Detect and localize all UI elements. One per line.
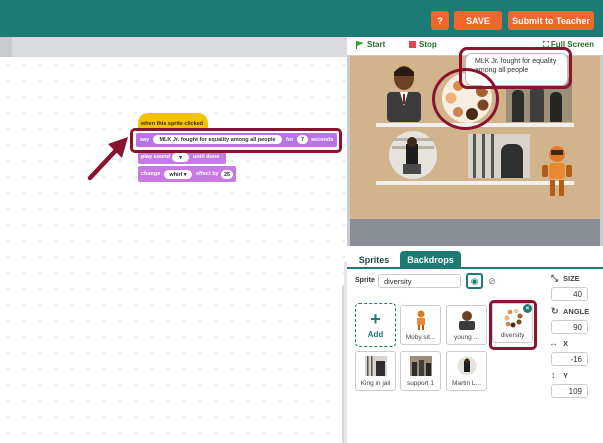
horizontal-arrows-icon: ↔ (549, 338, 558, 348)
sprite-thumb-king-in-jail[interactable]: King in jail (355, 351, 396, 391)
x-field[interactable]: -16 (551, 352, 588, 366)
sprite-thumb-label: support 1 (406, 380, 435, 387)
effect-dropdown[interactable]: whirl ▾ (164, 170, 192, 179)
group-photo-icon (409, 356, 432, 376)
sprite-thumb-martin[interactable]: Martin L... (446, 351, 487, 391)
pointer-arrow-icon (87, 137, 128, 181)
sprite-thumb-label: King in jail (360, 380, 391, 387)
hat-block-label: when this sprite clicked (141, 121, 204, 127)
until-done-label: until done (193, 154, 220, 160)
size-icon: ⤡ (551, 273, 559, 283)
effect-value-input[interactable]: 25 (221, 170, 233, 179)
save-button[interactable]: SAVE (454, 11, 502, 30)
martin-luther-sprite[interactable] (388, 130, 438, 180)
sprite-thumb-label: young ... (454, 334, 479, 341)
green-flag-icon (356, 40, 364, 49)
size-field[interactable]: 40 (551, 287, 588, 301)
sprite-thumb-young[interactable]: young ... (446, 305, 487, 345)
stop-icon (409, 41, 416, 48)
jail-photo-icon (364, 356, 387, 376)
tab-backdrops[interactable]: Backdrops (400, 251, 461, 268)
sound-dropdown[interactable]: ▾ (172, 153, 189, 162)
hide-sprite-eye-icon[interactable]: ⊘ (485, 275, 499, 287)
sprite-name-field[interactable]: diversity (378, 274, 461, 288)
help-button[interactable]: ? (431, 11, 449, 30)
angle-field[interactable]: 90 (551, 320, 588, 334)
robot-icon (416, 310, 425, 330)
start-label: Start (367, 40, 386, 49)
portrait-icon (458, 311, 475, 330)
stop-label: Stop (419, 40, 437, 49)
add-sprite-button[interactable]: + Add (355, 303, 396, 347)
x-label: X (563, 339, 569, 348)
angle-label: ANGLE (563, 307, 590, 316)
speaker-photo-icon (457, 356, 476, 376)
plus-icon: + (370, 309, 381, 329)
sprite-thumb-label: Moby sit... (405, 334, 436, 341)
effect-dropdown-value: whirl (169, 171, 183, 178)
show-sprite-eye-icon[interactable]: ◉ (466, 273, 483, 289)
sprites-scrollbar[interactable] (344, 262, 347, 443)
code-area-header (12, 37, 347, 57)
sprite-thumb-support[interactable]: support 1 (400, 351, 441, 391)
y-field[interactable]: 109 (551, 384, 588, 398)
sprite-thumb-label: Martin L... (452, 380, 481, 387)
tab-underline (347, 267, 603, 269)
submit-to-teacher-button[interactable]: Submit to Teacher (508, 11, 594, 30)
young-mlk-sprite[interactable] (383, 64, 425, 122)
king-in-jail-sprite[interactable] (468, 134, 530, 178)
vertical-arrows-icon: ↕ (551, 370, 556, 380)
effect-by-label: effect by (196, 171, 219, 177)
sprite-name-label: Sprite (355, 277, 375, 284)
start-button[interactable]: Start (356, 40, 385, 49)
change-label: change (141, 171, 161, 177)
chevron-down-icon: ▾ (179, 154, 182, 161)
delete-sprite-icon[interactable]: × (523, 304, 532, 313)
play-sound-label: play sound (141, 154, 171, 160)
diversity-sprite-highlight (432, 68, 499, 130)
tab-sprites[interactable]: Sprites (351, 251, 397, 268)
stop-button[interactable]: Stop (409, 40, 437, 49)
y-label: Y (563, 371, 569, 380)
add-sprite-label: Add (367, 330, 384, 339)
size-label: SIZE (563, 274, 580, 283)
sprite-thumb-moby[interactable]: Moby sit... (400, 305, 441, 345)
moby-robot-sprite[interactable] (540, 144, 574, 200)
stage-floor (350, 219, 600, 246)
say-block-highlight (130, 128, 342, 153)
rotate-icon: ↻ (551, 306, 559, 316)
